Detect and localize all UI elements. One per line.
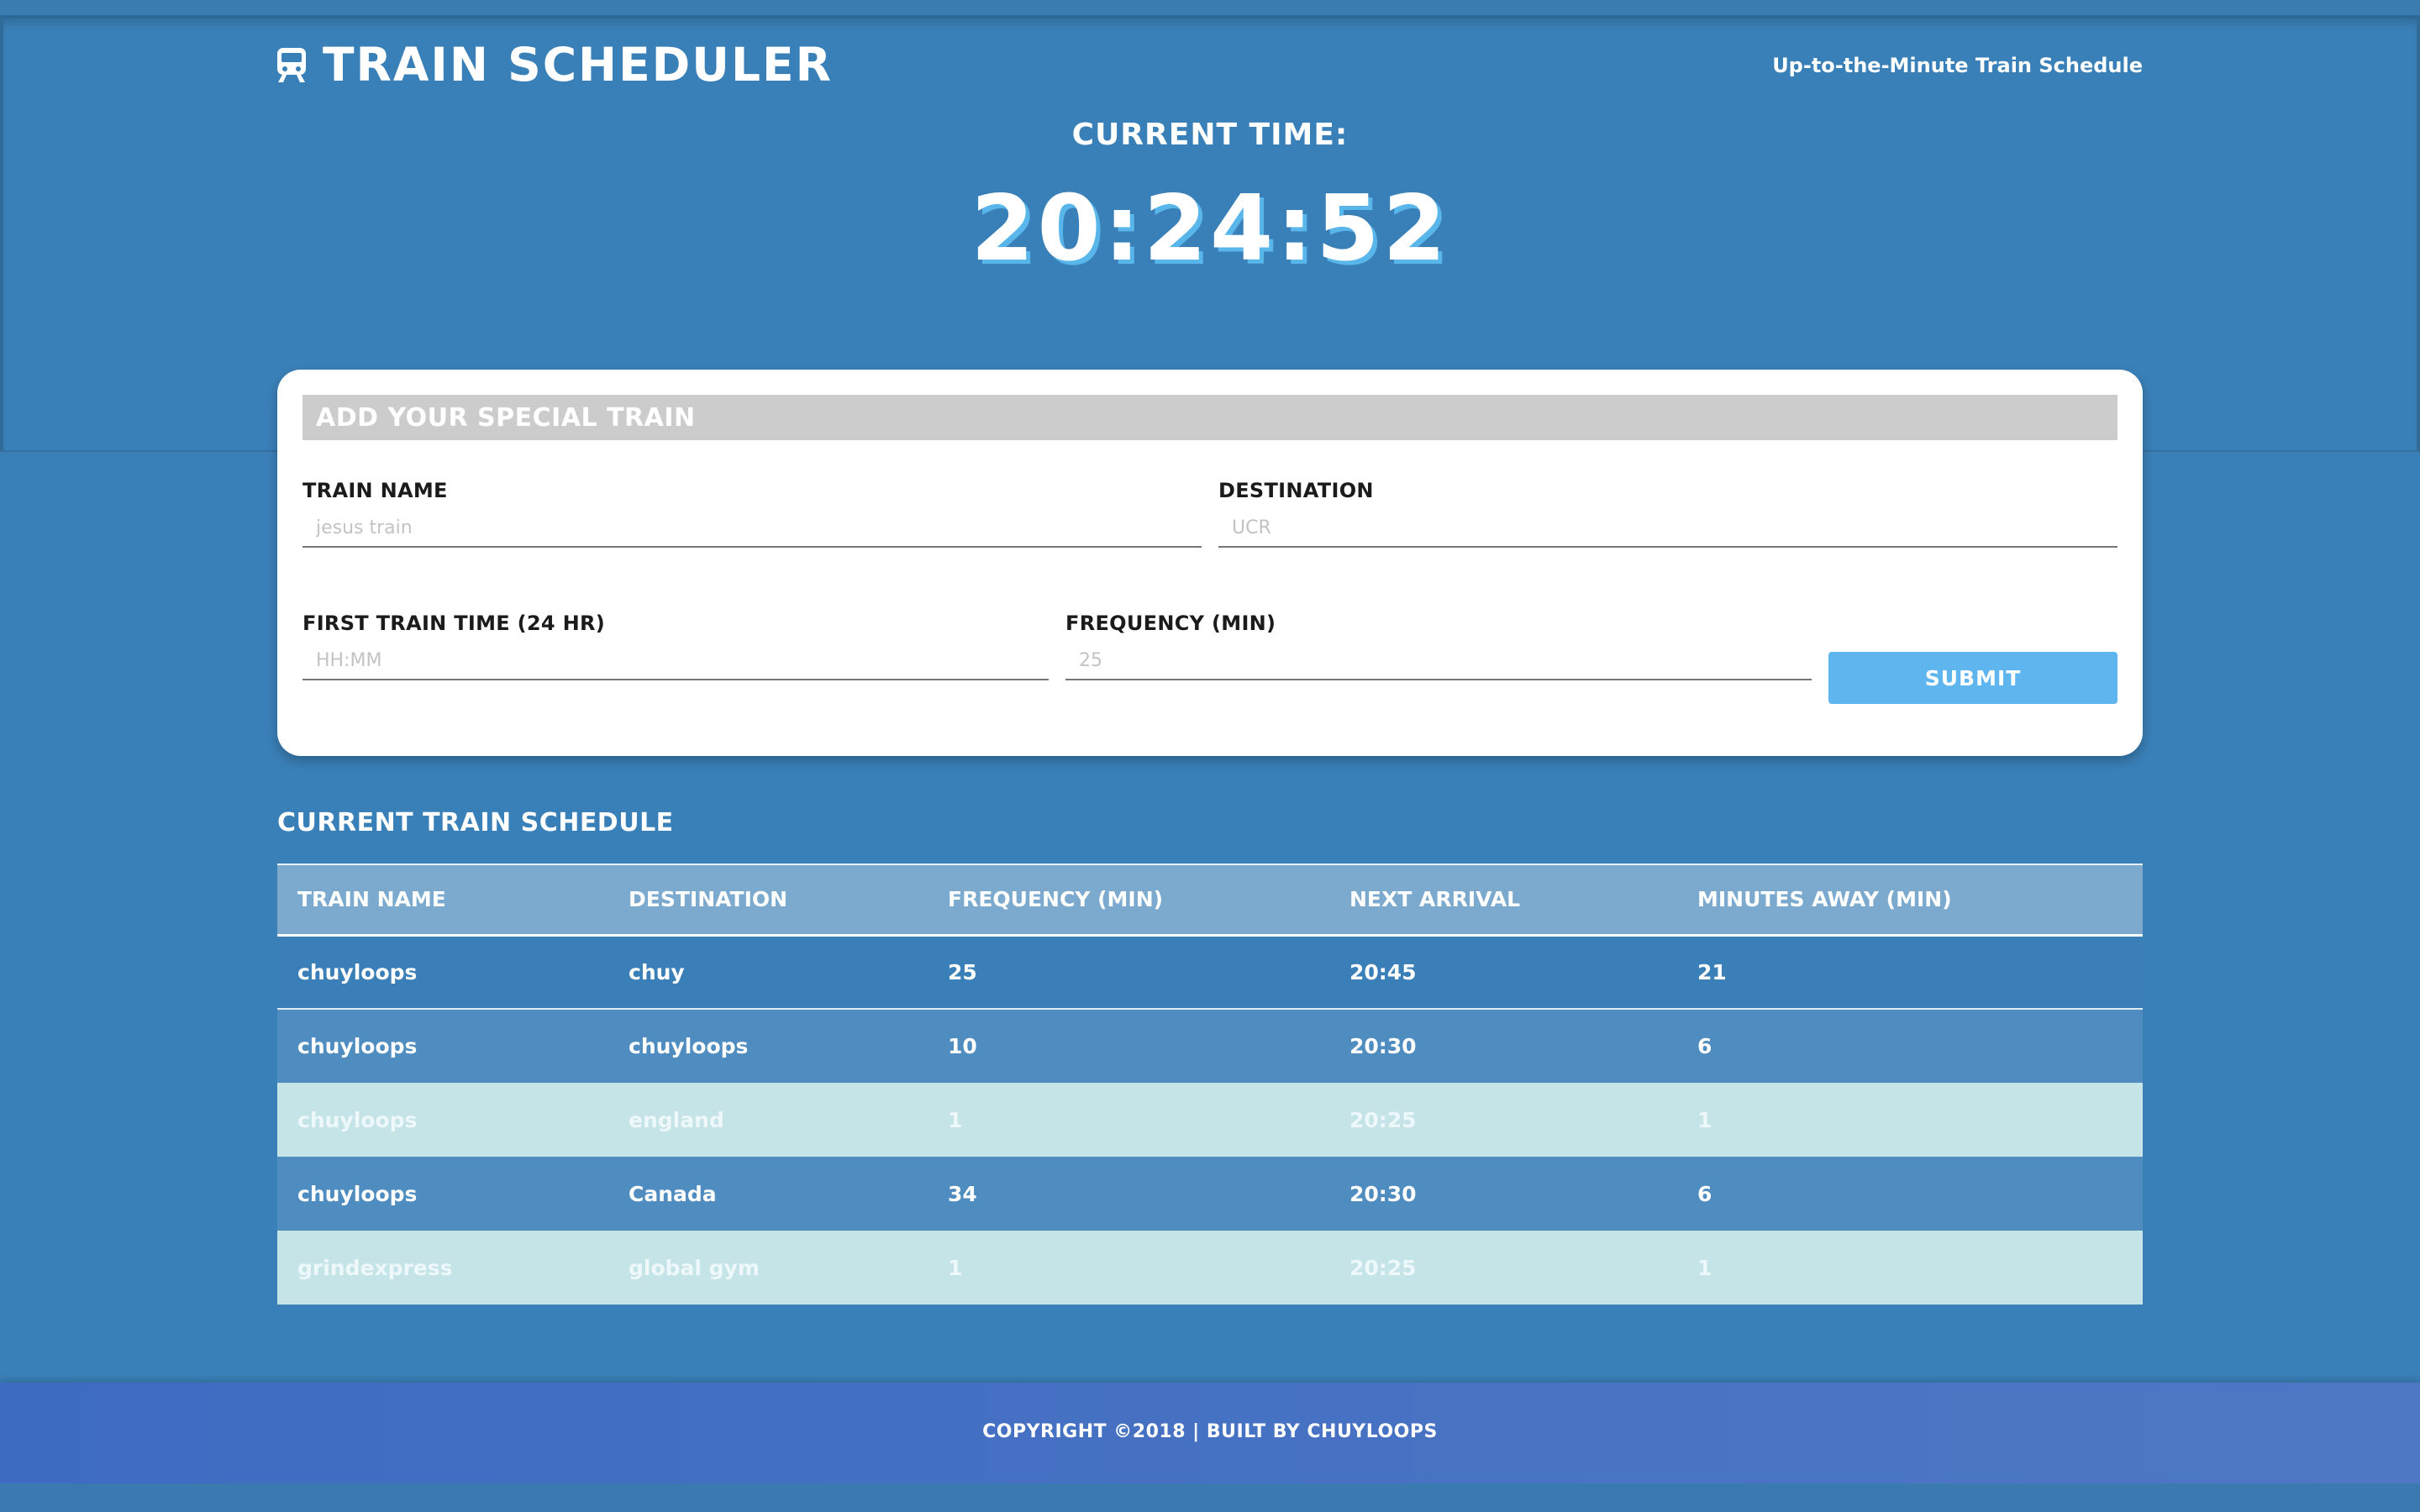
minutes-away-cell: 1: [1697, 1255, 1712, 1280]
brand[interactable]: TRAIN SCHEDULER: [276, 37, 833, 92]
column-header-train-name: TRAIN NAME: [297, 887, 446, 912]
footer: COPYRIGHT ©2018 | BUILT BY CHUYLOOPS: [0, 1383, 2420, 1483]
next-arrival-cell: 20:25: [1349, 1255, 1417, 1280]
app-title: TRAIN SCHEDULER: [323, 38, 833, 92]
frequency-cell: 1: [948, 1107, 963, 1132]
first-train-time-input[interactable]: [302, 642, 1049, 680]
train-name-cell: chuyloops: [297, 1034, 418, 1058]
column-header-minutes-away: MINUTES AWAY (MIN): [1697, 887, 1952, 912]
minutes-away-cell: 21: [1677, 935, 2143, 1010]
first-train-time-label: FIRST TRAIN TIME (24 HR): [302, 612, 606, 635]
top-bar: [0, 0, 2420, 18]
destination-input[interactable]: [1218, 509, 2118, 548]
footer-copyright: COPYRIGHT ©2018 | BUILT BY CHUYLOOPS: [982, 1421, 1438, 1442]
destination-cell: global gym: [629, 1255, 760, 1280]
column-header-destination: DESTINATION: [629, 887, 788, 912]
form-heading-bar: ADD YOUR SPECIAL TRAIN: [302, 395, 2118, 440]
frequency-cell: 10: [948, 1034, 977, 1058]
destination-cell: england: [629, 1107, 724, 1132]
next-arrival-cell: 20:45: [1329, 935, 1677, 1010]
destination-cell: Canada: [629, 1181, 717, 1206]
table-row: chuyloops Canada 34 20:30 6: [277, 1157, 2143, 1231]
current-time-label: CURRENT TIME:: [1071, 118, 1349, 152]
footer-bottom-strip: [0, 1483, 2420, 1512]
frequency-cell: 25: [928, 935, 1329, 1010]
next-arrival-cell: 20:30: [1349, 1181, 1417, 1206]
frequency-cell: 1: [948, 1255, 963, 1280]
train-name-cell: chuyloops: [297, 1107, 418, 1132]
destination-cell: chuy: [608, 935, 928, 1010]
minutes-away-cell: 1: [1697, 1107, 1712, 1132]
frequency-cell: 34: [948, 1181, 977, 1206]
table-header-row: TRAIN NAME DESTINATION FREQUENCY (MIN) N…: [277, 864, 2143, 935]
schedule-title: CURRENT TRAIN SCHEDULE: [277, 808, 674, 837]
train-icon: [276, 46, 308, 83]
add-train-form: ADD YOUR SPECIAL TRAIN TRAIN NAME DESTIN…: [277, 370, 2143, 756]
train-name-cell: grindexpress: [297, 1255, 453, 1280]
destination-label: DESTINATION: [1218, 479, 1374, 502]
train-schedule-table: TRAIN NAME DESTINATION FREQUENCY (MIN) N…: [277, 864, 2143, 1305]
train-name-cell: chuyloops: [297, 1181, 418, 1206]
frequency-input[interactable]: [1065, 642, 1812, 680]
frequency-label: FREQUENCY (MIN): [1065, 612, 1276, 635]
table-row: chuyloops england 1 20:25 1: [277, 1083, 2143, 1157]
table-row: chuyloops chuy 25 20:45 21: [277, 935, 2143, 1010]
column-header-frequency: FREQUENCY (MIN): [948, 887, 1164, 912]
table-row: grindexpress global gym 1 20:25 1: [277, 1231, 2143, 1305]
next-arrival-cell: 20:25: [1349, 1107, 1417, 1132]
minutes-away-cell: 6: [1697, 1181, 1712, 1206]
next-arrival-cell: 20:30: [1349, 1034, 1417, 1058]
train-name-label: TRAIN NAME: [302, 479, 448, 502]
table-row: chuyloops chuyloops 10 20:30 6: [277, 1009, 2143, 1083]
train-name-cell: chuyloops: [277, 935, 608, 1010]
column-header-next-arrival: NEXT ARRIVAL: [1349, 887, 1521, 912]
destination-cell: chuyloops: [629, 1034, 749, 1058]
current-time-clock: 20:24:52: [971, 176, 1449, 281]
form-heading: ADD YOUR SPECIAL TRAIN: [316, 403, 696, 433]
submit-button[interactable]: SUBMIT: [1828, 652, 2118, 704]
train-name-input[interactable]: [302, 509, 1202, 548]
minutes-away-cell: 6: [1697, 1034, 1712, 1058]
tagline: Up-to-the-Minute Train Schedule: [1772, 54, 2143, 77]
